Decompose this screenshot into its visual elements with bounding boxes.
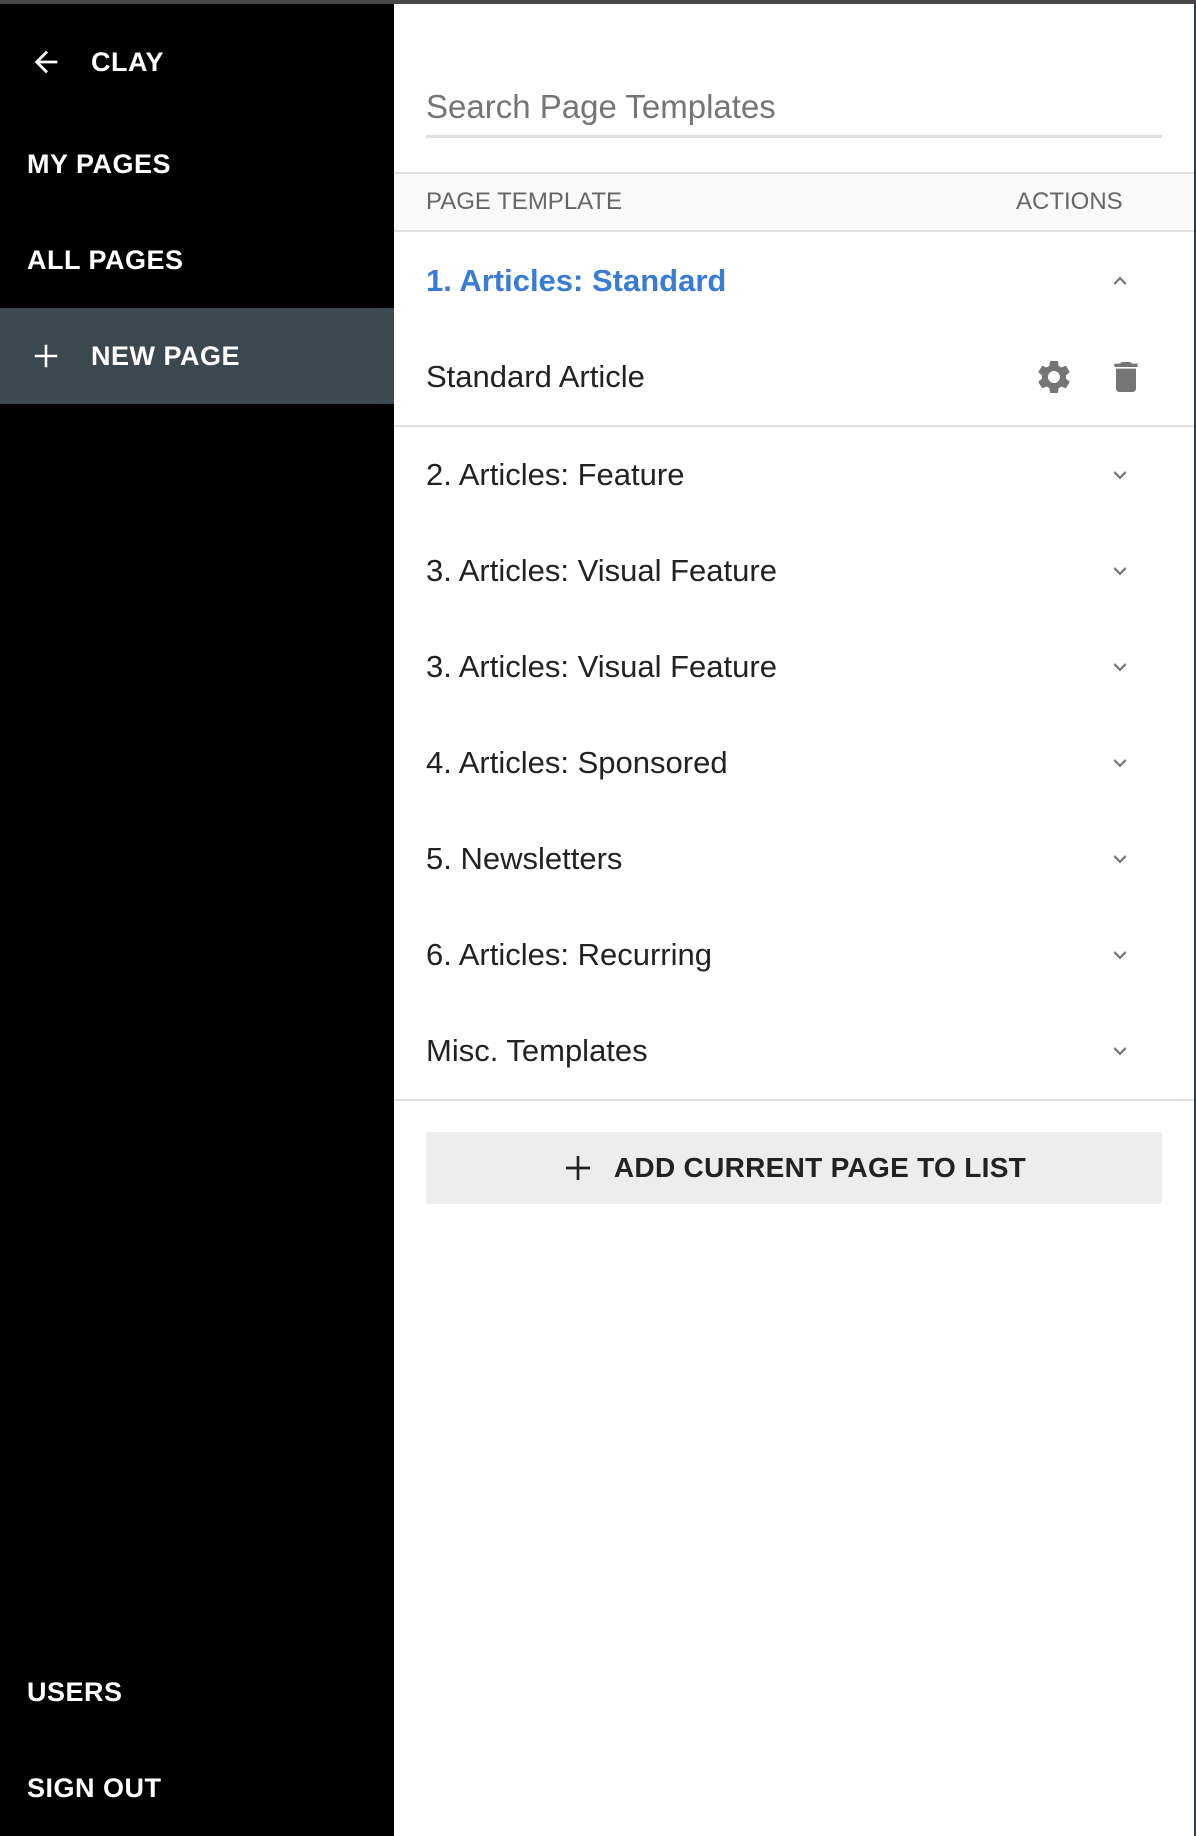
add-current-page-button[interactable]: ADD CURRENT PAGE TO LIST xyxy=(426,1132,1162,1204)
list-divider xyxy=(394,1099,1194,1101)
sidebar-item-label: USERS xyxy=(27,1676,123,1707)
arrow-left-icon xyxy=(27,43,65,81)
sidebar-item-label: MY PAGES xyxy=(27,148,172,179)
group-label: 6. Articles: Recurring xyxy=(426,937,712,972)
chevron-down-icon[interactable] xyxy=(1106,749,1134,777)
gear-icon[interactable] xyxy=(1034,357,1074,397)
chevron-down-icon[interactable] xyxy=(1106,941,1134,969)
group-label: 3. Articles: Visual Feature xyxy=(426,553,777,588)
add-button-label: ADD CURRENT PAGE TO LIST xyxy=(613,1152,1027,1183)
template-group-articles-recurring[interactable]: 6. Articles: Recurring xyxy=(394,907,1194,1003)
template-label: Standard Article xyxy=(426,359,645,394)
trash-icon[interactable] xyxy=(1106,357,1146,397)
search-input[interactable] xyxy=(426,78,1162,138)
sidebar-item-new-page[interactable]: NEW PAGE xyxy=(0,308,394,404)
chevron-down-icon[interactable] xyxy=(1106,1037,1134,1065)
sidebar-item-label: SIGN OUT xyxy=(27,1772,162,1803)
group-label: 2. Articles: Feature xyxy=(426,457,685,492)
sidebar-item-label: NEW PAGE xyxy=(91,340,241,371)
column-header-actions: ACTIONS xyxy=(1016,188,1123,215)
template-group-articles-feature[interactable]: 2. Articles: Feature xyxy=(394,427,1194,523)
plus-icon xyxy=(562,1152,594,1184)
template-group-articles-visual-feature[interactable]: 3. Articles: Visual Feature xyxy=(394,619,1194,715)
chevron-down-icon[interactable] xyxy=(1106,461,1134,489)
sidebar-item-label: ALL PAGES xyxy=(27,244,184,275)
template-group-misc-templates[interactable]: Misc. Templates xyxy=(394,1003,1194,1099)
group-label: 1. Articles: Standard xyxy=(426,263,727,298)
group-label: 4. Articles: Sponsored xyxy=(426,745,728,780)
template-group-articles-standard[interactable]: 1. Articles: Standard xyxy=(394,233,1194,329)
sidebar-item-sign-out[interactable]: SIGN OUT xyxy=(0,1740,394,1836)
template-group-newsletters[interactable]: 5. Newsletters xyxy=(394,811,1194,907)
chevron-down-icon[interactable] xyxy=(1106,557,1134,585)
template-group-articles-visual-feature[interactable]: 3. Articles: Visual Feature xyxy=(394,523,1194,619)
sidebar-item-my-pages[interactable]: MY PAGES xyxy=(0,116,394,212)
table-header: PAGE TEMPLATE ACTIONS xyxy=(394,172,1194,232)
chevron-up-icon[interactable] xyxy=(1106,267,1134,295)
clay-label: CLAY xyxy=(91,46,165,77)
chevron-down-icon[interactable] xyxy=(1106,845,1134,873)
page-templates-panel: PAGE TEMPLATE ACTIONS 1. Articles: Stand… xyxy=(394,4,1194,1836)
sidebar-item-users[interactable]: USERS xyxy=(0,1644,394,1740)
sidebar: CLAY MY PAGES ALL PAGES NEW PAGE USERS S… xyxy=(0,4,394,1836)
template-item-standard-article[interactable]: Standard Article xyxy=(394,329,1194,425)
sidebar-item-all-pages[interactable]: ALL PAGES xyxy=(0,212,394,308)
group-label: Misc. Templates xyxy=(426,1033,648,1068)
back-to-clay-link[interactable]: CLAY xyxy=(0,14,394,110)
chevron-down-icon[interactable] xyxy=(1106,653,1134,681)
group-label: 3. Articles: Visual Feature xyxy=(426,649,777,684)
template-group-articles-sponsored[interactable]: 4. Articles: Sponsored xyxy=(394,715,1194,811)
group-label: 5. Newsletters xyxy=(426,841,623,876)
column-header-page-template: PAGE TEMPLATE xyxy=(426,188,623,215)
plus-icon xyxy=(27,337,65,375)
